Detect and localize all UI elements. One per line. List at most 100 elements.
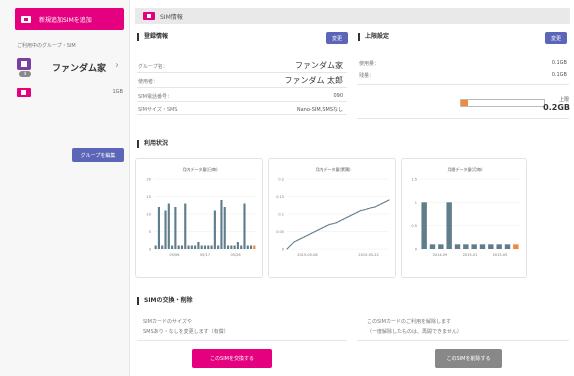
sim-card-icon <box>21 15 31 23</box>
sim-card-icon <box>17 88 31 97</box>
chart-title: 月内データ量(累積) <box>315 166 351 172</box>
y-tick-label: 15 <box>147 195 151 199</box>
chart-bar <box>226 245 230 249</box>
chart-bar <box>200 245 203 249</box>
chart-point <box>363 209 365 211</box>
delete-sim-button[interactable]: このSIMを削除する <box>435 349 502 368</box>
sim-item[interactable]: 1GB <box>17 88 125 98</box>
chart-point <box>377 204 380 206</box>
section-header: SIM情報 <box>135 8 570 24</box>
chart-point <box>300 237 302 240</box>
chart-point <box>342 218 344 220</box>
chart-bar <box>513 244 519 249</box>
chart-bar <box>471 244 477 249</box>
y-tick-label: 0.05 <box>276 230 284 234</box>
chart-bar <box>171 245 174 249</box>
divider <box>357 84 569 85</box>
edit-group-button[interactable]: グループを編集 <box>72 148 124 162</box>
chart-point <box>332 223 334 225</box>
chart-bar <box>194 245 197 249</box>
chart-point <box>293 241 295 243</box>
x-tick-label: 2015-01 <box>463 253 478 257</box>
chart-bar <box>210 245 213 249</box>
user-value: ファンダム 太郎 <box>284 76 343 85</box>
x-tick-label: 2014-09 <box>433 253 448 257</box>
usage-progress-fill <box>461 100 468 106</box>
chart-bar <box>217 245 220 249</box>
chart-line <box>286 199 390 250</box>
daily-usage-chart-card: 月内データ量(日毎) 20 15 10 5 0 05/06 05/17 05/28 <box>135 158 263 278</box>
x-tick-label: 2015-05-22 <box>358 253 378 257</box>
chart-point <box>303 236 306 238</box>
sim-capacity: 1GB <box>112 89 124 95</box>
sim-size-value: Nano-SIM,SMSなし <box>296 107 343 113</box>
chart-point <box>307 234 309 236</box>
y-tick-label: 0 <box>149 248 151 252</box>
chart-bar <box>504 244 511 249</box>
chart-point <box>349 215 351 217</box>
chart-bar <box>230 245 233 249</box>
chart-point <box>374 206 376 208</box>
group-heading: ご利用中のグループ・SIM <box>17 43 76 49</box>
remaining-value: 0.1GB <box>551 72 567 78</box>
chart-point <box>325 225 327 227</box>
limit-title: 上限設定 <box>358 33 389 41</box>
y-tick-label: 0 <box>415 248 417 252</box>
chart-bar <box>243 203 246 249</box>
chart-title: 月間データ量(月毎) <box>447 166 483 172</box>
add-sim-button[interactable]: 新規追加SIMを追加 <box>15 8 124 30</box>
chart-point <box>360 209 362 212</box>
chart-bar <box>161 245 164 249</box>
chart-point <box>296 239 299 241</box>
chart-point <box>314 230 316 233</box>
usage-title: 利用状況 <box>137 140 168 148</box>
daily-usage-chart: 月内データ量(日毎) 20 15 10 5 0 05/06 05/17 05/28 <box>147 166 256 257</box>
group-name-value: ファンダム家 <box>295 61 343 70</box>
chart-point <box>388 199 390 201</box>
divider <box>357 118 569 119</box>
chart-bar <box>496 244 502 249</box>
x-tick-label: 05/06 <box>169 253 179 257</box>
x-tick-label: 2015-05-08 <box>297 253 317 257</box>
chart-bar <box>479 244 486 249</box>
divider <box>137 114 347 115</box>
chart-bar <box>463 244 469 249</box>
group-count-badge: 4 <box>19 71 31 77</box>
registration-title: 登録情報 <box>137 33 168 41</box>
chart-bar <box>190 245 193 249</box>
add-sim-label: 新規追加SIMを追加 <box>39 16 92 24</box>
chart-bar <box>207 245 210 249</box>
chart-point <box>367 208 369 210</box>
chart-bar <box>177 245 180 249</box>
used-value: 0.1GB <box>551 60 567 66</box>
chart-bar <box>154 245 157 249</box>
x-tick-label: 05/28 <box>231 253 241 257</box>
chart-bar <box>223 207 226 249</box>
chart-bar <box>488 244 494 249</box>
chart-bar <box>213 210 216 249</box>
chart-bar <box>438 244 444 249</box>
exchange-sim-button[interactable]: このSIMを交換する <box>192 349 272 368</box>
sidebar: 新規追加SIMを追加 ご利用中のグループ・SIM 4 ファンダム家 › 1GB … <box>0 0 130 376</box>
chart-bar <box>180 245 184 249</box>
y-tick-label: 0.5 <box>411 224 417 228</box>
divider <box>137 72 347 73</box>
user-label: 使用者： <box>138 79 159 85</box>
chart-bar <box>240 245 243 249</box>
y-tick-label: 0.1 <box>278 213 284 217</box>
limit-change-button[interactable]: 変更 <box>545 32 567 44</box>
registration-change-button[interactable]: 変更 <box>326 32 348 44</box>
remaining-label: 残量： <box>359 73 375 79</box>
group-name-label: グループ名： <box>138 64 168 70</box>
chart-bar <box>454 244 461 249</box>
chart-bar <box>246 245 249 249</box>
chevron-right-icon: › <box>115 60 119 71</box>
chart-point <box>328 223 330 226</box>
divider <box>137 340 347 341</box>
y-tick-label: 10 <box>147 213 151 217</box>
delete-desc-line1: このSIMカードのご利用を解除します <box>367 319 451 325</box>
group-item[interactable]: 4 ファンダム家 › <box>17 57 127 79</box>
y-tick-label: 0.15 <box>276 195 284 199</box>
chart-point <box>339 220 341 222</box>
divider <box>357 340 569 341</box>
